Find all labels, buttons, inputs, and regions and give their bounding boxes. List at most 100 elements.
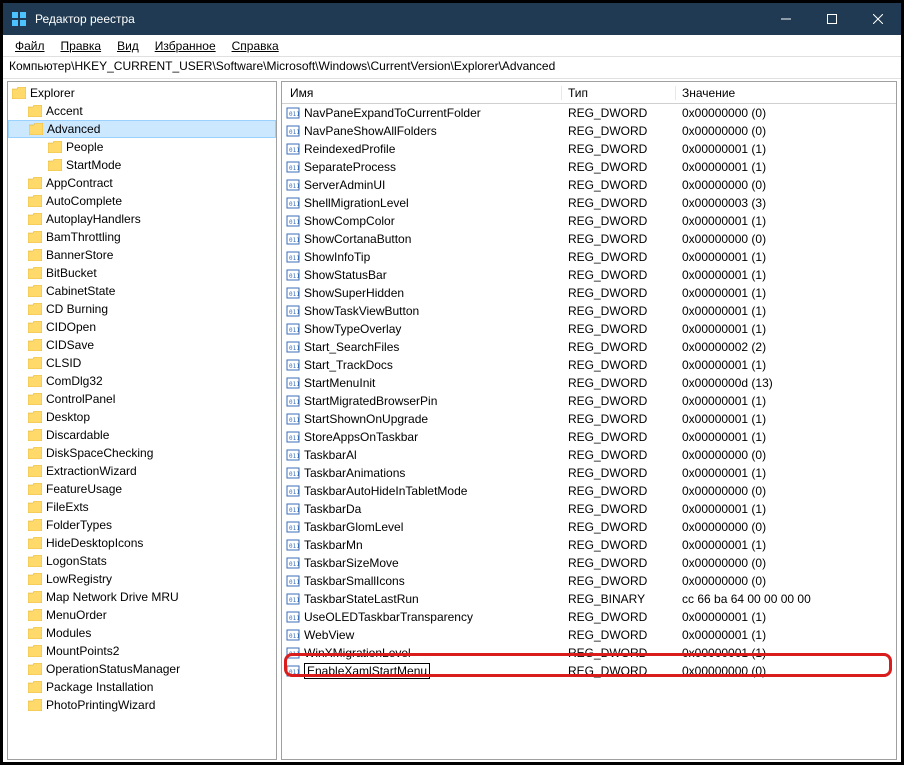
tree-item[interactable]: LogonStats (8, 552, 276, 570)
value-row[interactable]: 011EnableXamlStartMenuREG_DWORD0x0000000… (282, 662, 896, 680)
value-row[interactable]: 011ReindexedProfileREG_DWORD0x00000001 (… (282, 140, 896, 158)
menu-file[interactable]: Файл (9, 37, 51, 55)
value-row[interactable]: 011ServerAdminUIREG_DWORD0x00000000 (0) (282, 176, 896, 194)
tree-item[interactable]: CIDSave (8, 336, 276, 354)
tree-item[interactable]: FileExts (8, 498, 276, 516)
value-row[interactable]: 011WinXMigrationLevelREG_DWORD0x00000001… (282, 644, 896, 662)
value-type-cell: REG_DWORD (562, 160, 676, 174)
tree-item[interactable]: FolderTypes (8, 516, 276, 534)
column-value[interactable]: Значение (676, 86, 896, 100)
value-data-cell: 0x00000000 (0) (676, 664, 896, 678)
value-row[interactable]: 011TaskbarSmallIconsREG_DWORD0x00000000 … (282, 572, 896, 590)
tree-item[interactable]: CLSID (8, 354, 276, 372)
value-row[interactable]: 011ShowTypeOverlayREG_DWORD0x00000001 (1… (282, 320, 896, 338)
tree-item[interactable]: AutoplayHandlers (8, 210, 276, 228)
value-row[interactable]: 011ShowSuperHiddenREG_DWORD0x00000001 (1… (282, 284, 896, 302)
value-row[interactable]: 011StartMenuInitREG_DWORD0x0000000d (13) (282, 374, 896, 392)
value-row[interactable]: 011NavPaneShowAllFoldersREG_DWORD0x00000… (282, 122, 896, 140)
value-row[interactable]: 011TaskbarGlomLevelREG_DWORD0x00000000 (… (282, 518, 896, 536)
value-row[interactable]: 011Start_TrackDocsREG_DWORD0x00000001 (1… (282, 356, 896, 374)
value-type-cell: REG_BINARY (562, 592, 676, 606)
tree-item[interactable]: PhotoPrintingWizard (8, 696, 276, 714)
folder-icon (28, 177, 42, 189)
minimize-button[interactable] (763, 3, 809, 35)
tree-item[interactable]: People (8, 138, 276, 156)
value-row[interactable]: 011ShowStatusBarREG_DWORD0x00000001 (1) (282, 266, 896, 284)
column-type[interactable]: Тип (562, 86, 676, 100)
tree-item[interactable]: Accent (8, 102, 276, 120)
tree-item[interactable]: HideDesktopIcons (8, 534, 276, 552)
column-name[interactable]: Имя (282, 86, 562, 100)
value-data-cell: 0x00000000 (0) (676, 106, 896, 120)
tree-item[interactable]: MenuOrder (8, 606, 276, 624)
tree-item[interactable]: Advanced (8, 120, 276, 138)
value-row[interactable]: 011StartShownOnUpgradeREG_DWORD0x0000000… (282, 410, 896, 428)
value-row[interactable]: 011TaskbarDaREG_DWORD0x00000001 (1) (282, 500, 896, 518)
tree-item[interactable]: CabinetState (8, 282, 276, 300)
value-row[interactable]: 011SeparateProcessREG_DWORD0x00000001 (1… (282, 158, 896, 176)
value-row[interactable]: 011ShellMigrationLevelREG_DWORD0x0000000… (282, 194, 896, 212)
tree-item[interactable]: AutoComplete (8, 192, 276, 210)
value-data-cell: 0x00000001 (1) (676, 160, 896, 174)
value-row[interactable]: 011ShowInfoTipREG_DWORD0x00000001 (1) (282, 248, 896, 266)
value-row[interactable]: 011StoreAppsOnTaskbarREG_DWORD0x00000001… (282, 428, 896, 446)
menu-favorites[interactable]: Избранное (149, 37, 222, 55)
tree-item[interactable]: DiskSpaceChecking (8, 444, 276, 462)
close-button[interactable] (855, 3, 901, 35)
folder-icon (29, 123, 43, 135)
value-row[interactable]: 011TaskbarAutoHideInTabletModeREG_DWORD0… (282, 482, 896, 500)
tree-item[interactable]: CIDOpen (8, 318, 276, 336)
address-bar[interactable]: Компьютер\HKEY_CURRENT_USER\Software\Mic… (3, 57, 901, 79)
value-name-edit[interactable]: EnableXamlStartMenu (304, 663, 430, 679)
value-name-cell: 011NavPaneExpandToCurrentFolder (282, 106, 562, 120)
tree-item[interactable]: ControlPanel (8, 390, 276, 408)
svg-text:011: 011 (289, 597, 300, 604)
value-row[interactable]: 011ShowTaskViewButtonREG_DWORD0x00000001… (282, 302, 896, 320)
value-row[interactable]: 011WebViewREG_DWORD0x00000001 (1) (282, 626, 896, 644)
maximize-button[interactable] (809, 3, 855, 35)
tree-item[interactable]: Package Installation (8, 678, 276, 696)
svg-text:011: 011 (289, 165, 300, 172)
value-row[interactable]: 011TaskbarAlREG_DWORD0x00000000 (0) (282, 446, 896, 464)
value-row[interactable]: 011Start_SearchFilesREG_DWORD0x00000002 … (282, 338, 896, 356)
tree-item[interactable]: Discardable (8, 426, 276, 444)
value-type-cell: REG_DWORD (562, 448, 676, 462)
tree-item[interactable]: OperationStatusManager (8, 660, 276, 678)
tree-item[interactable]: MountPoints2 (8, 642, 276, 660)
menu-view[interactable]: Вид (111, 37, 145, 55)
value-row[interactable]: 011ShowCortanaButtonREG_DWORD0x00000000 … (282, 230, 896, 248)
tree-pane[interactable]: Explorer AccentAdvancedPeopleStartModeAp… (7, 81, 277, 760)
tree-item[interactable]: Desktop (8, 408, 276, 426)
tree-item[interactable]: Modules (8, 624, 276, 642)
menu-help[interactable]: Справка (226, 37, 285, 55)
reg-dword-icon: 011 (286, 574, 300, 588)
value-row[interactable]: 011NavPaneExpandToCurrentFolderREG_DWORD… (282, 104, 896, 122)
value-row[interactable]: 011ShowCompColorREG_DWORD0x00000001 (1) (282, 212, 896, 230)
tree-item[interactable]: BitBucket (8, 264, 276, 282)
value-row[interactable]: 011UseOLEDTaskbarTransparencyREG_DWORD0x… (282, 608, 896, 626)
value-row[interactable]: 011TaskbarAnimationsREG_DWORD0x00000001 … (282, 464, 896, 482)
tree-root[interactable]: Explorer (8, 84, 276, 102)
value-row[interactable]: 011TaskbarSizeMoveREG_DWORD0x00000000 (0… (282, 554, 896, 572)
tree-item[interactable]: BannerStore (8, 246, 276, 264)
tree-item[interactable]: CD Burning (8, 300, 276, 318)
value-name-label: StartMigratedBrowserPin (304, 394, 437, 408)
value-type-cell: REG_DWORD (562, 574, 676, 588)
svg-text:011: 011 (289, 525, 300, 532)
value-name-label: StoreAppsOnTaskbar (304, 430, 418, 444)
menu-edit[interactable]: Правка (55, 37, 108, 55)
tree-item-label: PhotoPrintingWizard (46, 698, 155, 712)
tree-item[interactable]: ComDlg32 (8, 372, 276, 390)
value-name-label: ReindexedProfile (304, 142, 395, 156)
tree-item[interactable]: FeatureUsage (8, 480, 276, 498)
tree-item[interactable]: BamThrottling (8, 228, 276, 246)
tree-item[interactable]: ExtractionWizard (8, 462, 276, 480)
tree-item[interactable]: LowRegistry (8, 570, 276, 588)
tree-item[interactable]: Map Network Drive MRU (8, 588, 276, 606)
value-row[interactable]: 011TaskbarMnREG_DWORD0x00000001 (1) (282, 536, 896, 554)
value-row[interactable]: 011StartMigratedBrowserPinREG_DWORD0x000… (282, 392, 896, 410)
values-body[interactable]: 011NavPaneExpandToCurrentFolder REG_DWORD… (282, 104, 896, 759)
value-row[interactable]: 011TaskbarStateLastRunREG_BINARYcc 66 ba… (282, 590, 896, 608)
tree-item[interactable]: StartMode (8, 156, 276, 174)
tree-item[interactable]: AppContract (8, 174, 276, 192)
